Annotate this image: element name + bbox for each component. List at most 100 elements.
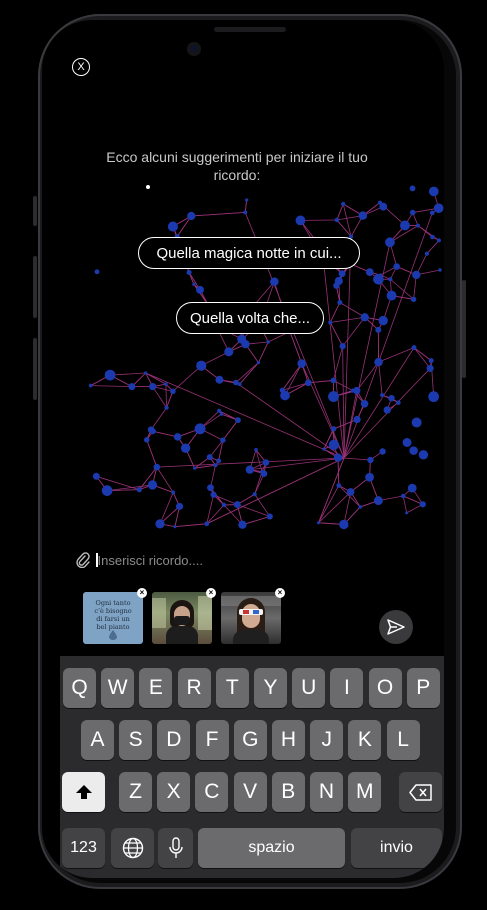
network-node xyxy=(149,428,156,435)
key-k[interactable]: K xyxy=(348,720,382,760)
network-node xyxy=(136,487,142,493)
key-n[interactable]: N xyxy=(310,772,343,812)
key-label: L xyxy=(397,728,409,751)
key-y[interactable]: Y xyxy=(254,668,287,708)
network-node xyxy=(383,406,391,414)
network-node xyxy=(243,210,248,215)
key-t[interactable]: T xyxy=(215,668,249,708)
key-label: Q xyxy=(71,676,88,699)
numbers-key[interactable]: 123 xyxy=(62,828,105,868)
network-node xyxy=(400,220,410,231)
remove-attachment-icon[interactable]: × xyxy=(137,588,147,598)
network-node xyxy=(224,347,234,357)
backspace-icon xyxy=(408,783,432,801)
backspace-key[interactable] xyxy=(399,772,442,812)
network-node xyxy=(409,185,416,192)
network-node xyxy=(333,453,343,462)
key-a[interactable]: A xyxy=(81,720,114,760)
network-node xyxy=(393,263,400,270)
network-node xyxy=(374,357,383,367)
key-p[interactable]: P xyxy=(406,668,440,708)
key-z[interactable]: Z xyxy=(119,772,152,812)
key-label: J xyxy=(321,728,332,751)
close-button[interactable]: X xyxy=(72,58,90,76)
memory-input-row[interactable]: Inserisci ricordo.... xyxy=(76,550,406,570)
key-x[interactable]: X xyxy=(157,772,191,812)
key-f[interactable]: F xyxy=(195,720,229,760)
key-w[interactable]: W xyxy=(101,668,135,708)
key-s[interactable]: S xyxy=(119,720,153,760)
network-node xyxy=(192,466,197,470)
remove-attachment-icon[interactable]: × xyxy=(206,588,216,598)
network-node xyxy=(411,417,422,428)
network-node xyxy=(206,454,213,461)
network-node xyxy=(386,290,397,301)
attachment-photo-mask[interactable]: × xyxy=(152,588,216,644)
key-label: E xyxy=(148,676,163,699)
key-r[interactable]: R xyxy=(177,668,211,708)
globe-icon xyxy=(122,837,143,859)
key-d[interactable]: D xyxy=(157,720,191,760)
network-node xyxy=(396,400,401,405)
attachment-photo-glasses[interactable]: × xyxy=(221,588,285,644)
network-node xyxy=(217,408,222,413)
network-node xyxy=(337,299,343,306)
remove-attachment-icon[interactable]: × xyxy=(275,588,285,598)
network-node xyxy=(266,513,273,520)
memory-input[interactable]: Inserisci ricordo.... xyxy=(98,553,203,568)
space-key[interactable]: spazio xyxy=(198,828,345,868)
network-node xyxy=(167,221,178,232)
microphone-key[interactable] xyxy=(158,828,193,868)
network-node xyxy=(334,276,343,286)
front-camera xyxy=(187,42,201,56)
key-j[interactable]: J xyxy=(310,720,344,760)
network-node xyxy=(216,458,222,464)
paperclip-icon[interactable] xyxy=(76,552,90,568)
network-node xyxy=(92,472,100,480)
network-node xyxy=(378,315,388,326)
key-o[interactable]: O xyxy=(368,668,402,708)
attachment-note[interactable]: Ogni tanto c’è bisogno di farsi un bel p… xyxy=(83,588,147,644)
network-node xyxy=(322,447,326,451)
key-label: A xyxy=(90,728,105,751)
network-node xyxy=(360,313,369,322)
key-m[interactable]: M xyxy=(348,772,382,812)
network-node xyxy=(175,502,184,510)
network-node xyxy=(375,326,382,333)
key-i[interactable]: I xyxy=(330,668,364,708)
network-node xyxy=(204,521,210,527)
key-b[interactable]: B xyxy=(271,772,305,812)
volume-up-button xyxy=(33,256,37,318)
space-key-label: spazio xyxy=(248,839,295,856)
key-q[interactable]: Q xyxy=(63,668,96,708)
send-button[interactable] xyxy=(379,610,413,644)
key-label: Z xyxy=(129,780,142,803)
key-c[interactable]: C xyxy=(195,772,229,812)
key-g[interactable]: G xyxy=(233,720,267,760)
key-label: R xyxy=(186,676,202,699)
shift-key[interactable] xyxy=(62,772,105,812)
attachment-caption: Ogni tanto c’è bisogno di farsi un bel p… xyxy=(94,599,132,631)
network-node xyxy=(358,505,363,509)
network-graphic xyxy=(88,185,444,530)
network-node xyxy=(241,340,250,349)
network-node xyxy=(316,521,321,525)
suggestion-that-time[interactable]: Quella volta che... xyxy=(176,302,324,334)
network-node xyxy=(428,186,439,197)
key-label: F xyxy=(205,728,219,751)
key-e[interactable]: E xyxy=(139,668,173,708)
key-u[interactable]: U xyxy=(292,668,326,708)
return-key[interactable]: invio xyxy=(351,828,442,868)
key-l[interactable]: L xyxy=(386,720,420,760)
key-h[interactable]: H xyxy=(272,720,305,760)
network-node xyxy=(194,423,206,435)
network-node xyxy=(164,405,169,410)
network-node xyxy=(436,238,441,243)
network-node xyxy=(252,492,257,497)
network-node xyxy=(149,382,157,391)
globe-key[interactable] xyxy=(111,828,154,868)
close-icon: X xyxy=(77,60,85,73)
key-label: D xyxy=(166,728,182,751)
suggestion-magic-night[interactable]: Quella magica notte in cui... xyxy=(138,237,360,269)
key-v[interactable]: V xyxy=(233,772,267,812)
